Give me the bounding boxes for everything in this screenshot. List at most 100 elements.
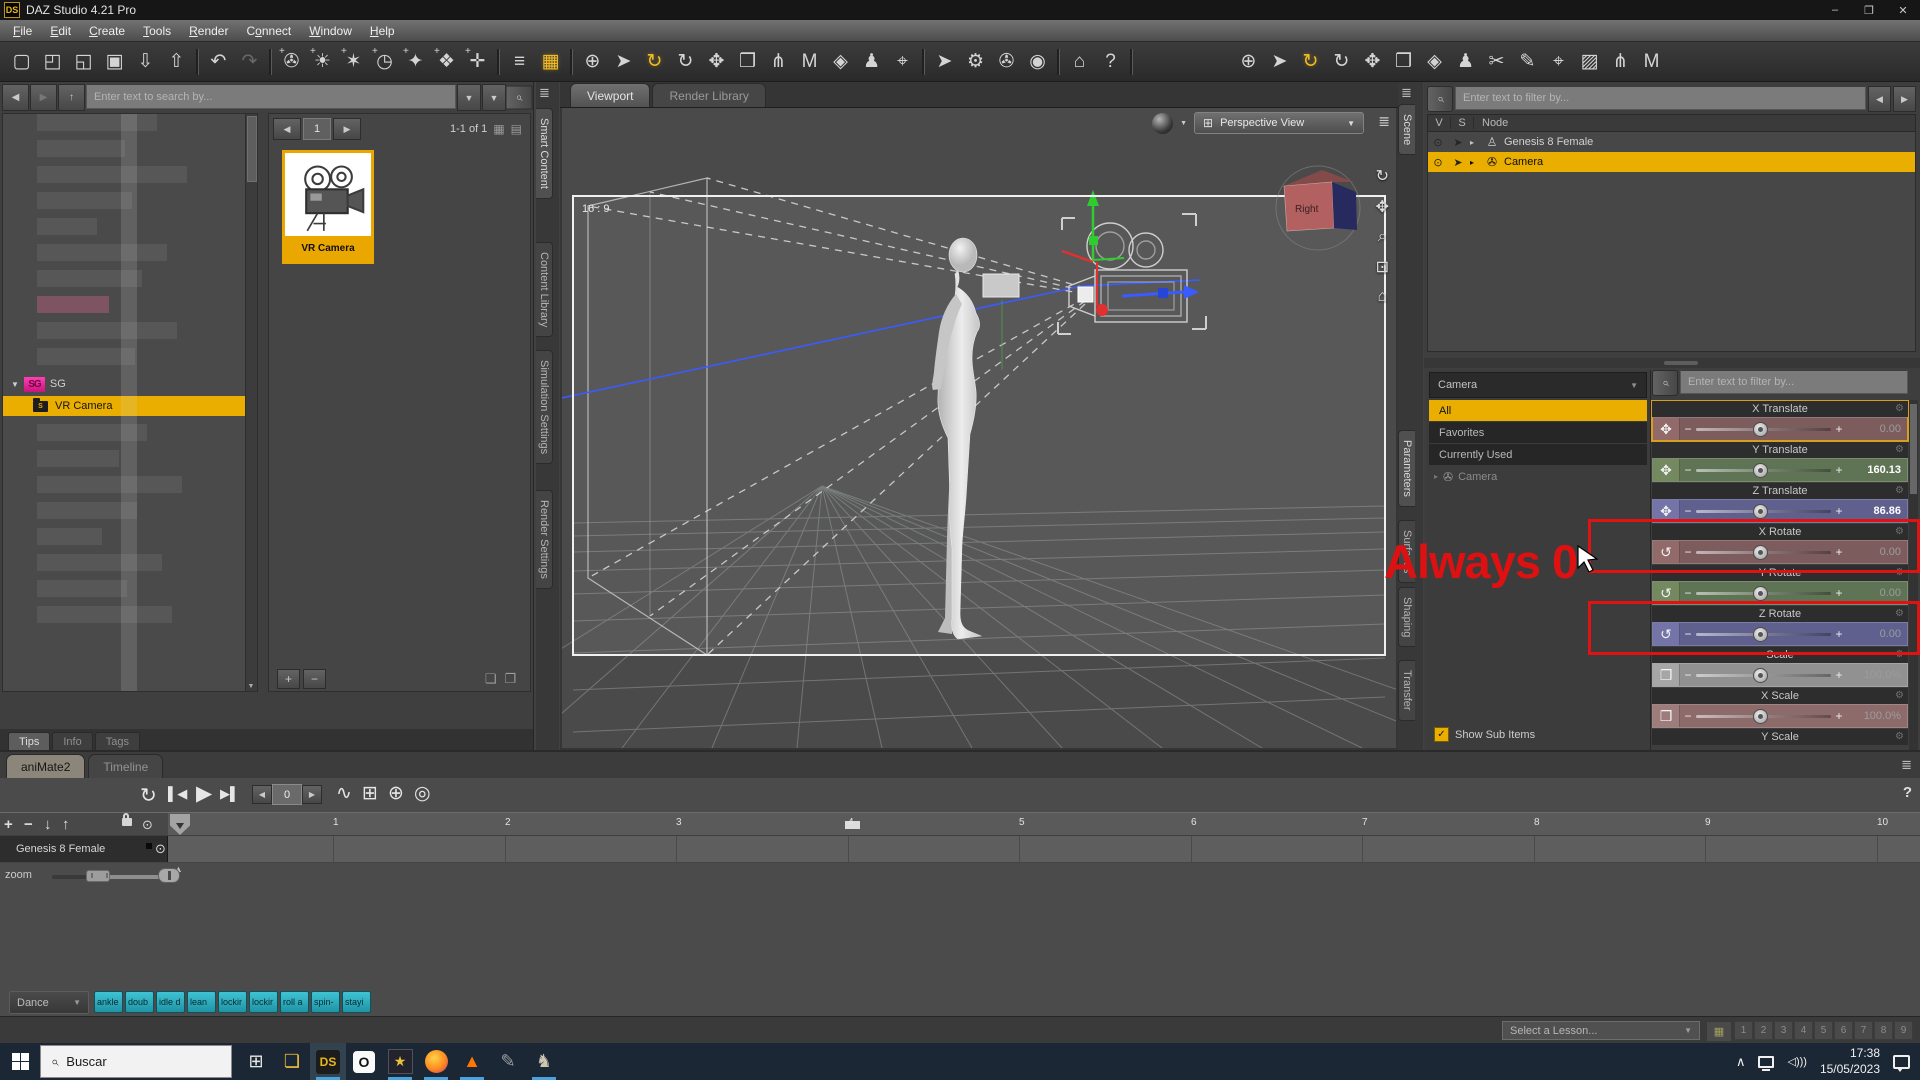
- scroll-thumb[interactable]: [247, 116, 257, 182]
- side-tab-parameters[interactable]: Parameters: [1398, 430, 1415, 507]
- parameters-scrollbar[interactable]: [1909, 400, 1918, 750]
- eye-icon[interactable]: ⊙: [142, 817, 153, 833]
- tree-scrollbar[interactable]: ▼: [245, 114, 257, 691]
- geometry2-icon[interactable]: ◈: [1419, 46, 1450, 78]
- param-value[interactable]: 0.00: [1847, 587, 1907, 599]
- lesson-number[interactable]: 5: [1814, 1021, 1833, 1040]
- side-tab-smart-content[interactable]: Smart Content: [536, 108, 553, 199]
- menu-render[interactable]: Render: [180, 24, 237, 38]
- minimize-button[interactable]: –: [1818, 0, 1852, 20]
- pan-icon[interactable]: ✥: [1376, 197, 1389, 217]
- home-icon[interactable]: ⌂: [1377, 288, 1387, 306]
- tab-timeline[interactable]: Timeline: [88, 754, 164, 778]
- menu-create[interactable]: Create: [80, 24, 134, 38]
- aniblock-clip[interactable]: roll a: [280, 991, 309, 1013]
- new-linear-light-icon[interactable]: ◷ +: [369, 46, 400, 78]
- close-button[interactable]: ✕: [1886, 0, 1920, 20]
- lesson-number[interactable]: 8: [1874, 1021, 1893, 1040]
- bone2-icon[interactable]: ⋔: [1605, 46, 1636, 78]
- vlc-icon[interactable]: ▲: [454, 1043, 490, 1080]
- new-file-icon[interactable]: ▢: [6, 46, 37, 78]
- frame-icon[interactable]: ⊡: [1376, 257, 1389, 277]
- scene-next-button[interactable]: ▶: [1893, 86, 1916, 112]
- add-block-icon[interactable]: ⊞: [362, 782, 378, 805]
- rotate-icon[interactable]: ↻: [670, 46, 701, 78]
- new-camera-icon[interactable]: ✇ +: [276, 46, 307, 78]
- aniblock-clip[interactable]: lockir: [218, 991, 247, 1013]
- slider-knob[interactable]: [1752, 708, 1768, 724]
- increment-button[interactable]: +: [1831, 422, 1847, 436]
- page-next-button[interactable]: ▶: [333, 118, 361, 140]
- lesson-number[interactable]: 6: [1834, 1021, 1853, 1040]
- draw-style-icon[interactable]: [1152, 112, 1174, 134]
- firefox-icon[interactable]: [418, 1043, 454, 1080]
- rotate-tool-icon[interactable]: ↻: [639, 46, 670, 78]
- clip-group-dropdown[interactable]: Dance ▼: [9, 991, 89, 1014]
- menu-tools[interactable]: Tools: [134, 24, 180, 38]
- eye-icon[interactable]: ⊙: [155, 841, 166, 857]
- decrement-button[interactable]: −: [1680, 709, 1696, 723]
- nav-back-button[interactable]: ◀: [2, 84, 29, 111]
- network-icon[interactable]: [1758, 1055, 1775, 1071]
- decrement-button[interactable]: −: [1680, 463, 1696, 477]
- select-cursor-icon[interactable]: ➤: [1264, 46, 1295, 78]
- slider-knob[interactable]: [1752, 667, 1768, 683]
- playhead[interactable]: [170, 814, 190, 835]
- viewport-options-icon[interactable]: ≣: [1378, 113, 1390, 130]
- daz-studio-icon[interactable]: DS: [310, 1043, 346, 1080]
- surface2-icon[interactable]: M: [1636, 46, 1667, 78]
- parameter-filter-input[interactable]: Enter text to filter by...: [1680, 370, 1908, 394]
- aniblock-clip[interactable]: stayi: [342, 991, 371, 1013]
- camera-cursor-icon[interactable]: ⌖: [1543, 46, 1574, 78]
- tools-scissors-icon[interactable]: ✂: [1481, 46, 1512, 78]
- import-icon[interactable]: ⇩: [130, 46, 161, 78]
- vr-camera-thumbnail[interactable]: VR Camera: [282, 150, 374, 264]
- show-sub-items[interactable]: ✓ Show Sub Items: [1434, 727, 1535, 742]
- search-icon[interactable]: ⌕: [1652, 370, 1678, 396]
- aniblock-clip[interactable]: lean: [187, 991, 216, 1013]
- search-go-icon[interactable]: ⌕: [505, 85, 533, 110]
- search-dropdown-button[interactable]: ▼: [457, 84, 481, 111]
- hub-icon[interactable]: ⊕: [1233, 46, 1264, 78]
- task-view-icon[interactable]: ⊞: [238, 1043, 274, 1080]
- decrement-button[interactable]: −: [1680, 586, 1696, 600]
- scene-node-genesis-8-female[interactable]: ⊙ ➤ ▸ ♙ Genesis 8 Female: [1428, 132, 1915, 152]
- speaker-icon[interactable]: ◁))): [1787, 1055, 1806, 1068]
- camera-tool-icon[interactable]: ⌖: [887, 46, 918, 78]
- decrement-button[interactable]: −: [1680, 668, 1696, 682]
- new-null-icon[interactable]: ✛ +: [462, 46, 493, 78]
- search-icon[interactable]: ⌕: [1427, 86, 1453, 112]
- play-button[interactable]: ▶: [196, 781, 212, 806]
- panel-splitter[interactable]: [1424, 358, 1920, 368]
- scroll-down-icon[interactable]: ▼: [246, 683, 256, 690]
- timeline-track[interactable]: Genesis 8 Female ⊙: [0, 836, 1920, 863]
- lesson-dropdown[interactable]: Select a Lesson... ▼: [1502, 1021, 1700, 1040]
- render-icon[interactable]: ◉: [1022, 46, 1053, 78]
- grid-view-icon[interactable]: ▦: [493, 122, 504, 136]
- param-group-favorites[interactable]: Favorites: [1429, 422, 1647, 443]
- scale-tool-icon[interactable]: ❒: [732, 46, 763, 78]
- tab-info[interactable]: Info: [52, 732, 93, 751]
- nav-up-button[interactable]: ↑: [58, 84, 85, 111]
- timeline-ruler[interactable]: + − ↓ ↑ ⊙ 1 2 3 4 5 6 7 8 9 10: [0, 812, 1920, 836]
- new-point-light-icon[interactable]: ✶ +: [338, 46, 369, 78]
- lesson-number[interactable]: 2: [1754, 1021, 1773, 1040]
- remove-content-button[interactable]: −: [303, 669, 326, 689]
- draw-style-caret-icon[interactable]: ▼: [1180, 120, 1187, 127]
- aniblock-clip[interactable]: idle d: [156, 991, 185, 1013]
- filter-dropdown-button[interactable]: ▼: [482, 84, 506, 111]
- record-icon[interactable]: ◎: [414, 782, 431, 805]
- content-search-input[interactable]: Enter text to search by...: [86, 84, 456, 109]
- slider-track[interactable]: [1696, 667, 1831, 683]
- frame-next-button[interactable]: ▶: [302, 785, 322, 804]
- side-tab-shaping[interactable]: Shaping: [1398, 587, 1415, 648]
- scene-filter-input[interactable]: Enter text to filter by...: [1455, 86, 1866, 110]
- bone-tool-icon[interactable]: ⋔: [763, 46, 794, 78]
- aniblock-clip[interactable]: lockir: [249, 991, 278, 1013]
- render-settings-icon[interactable]: ✇: [991, 46, 1022, 78]
- help-icon[interactable]: ?: [1903, 784, 1912, 801]
- new-spotlight-icon[interactable]: ✦ +: [400, 46, 431, 78]
- tab-animate2[interactable]: aniMate2: [6, 754, 86, 778]
- slider-knob[interactable]: [1752, 421, 1768, 437]
- zoom-handle-right[interactable]: [158, 868, 180, 883]
